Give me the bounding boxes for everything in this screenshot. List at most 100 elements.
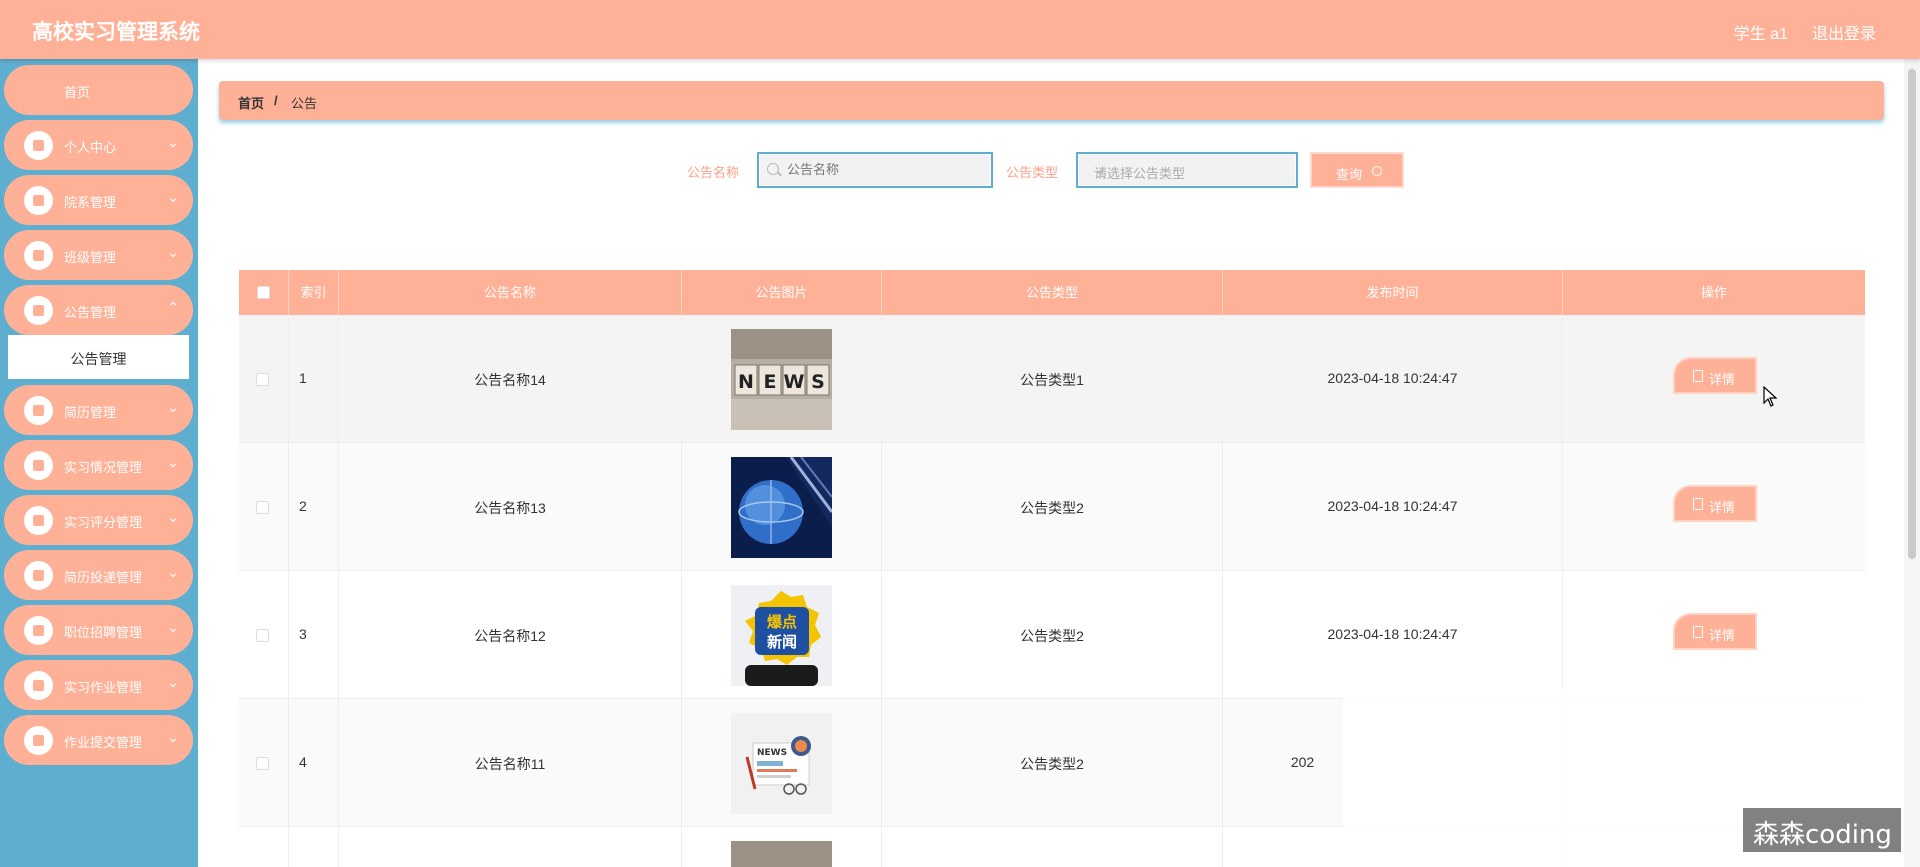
grid-icon [24,561,53,590]
row-time: 2023-04-18 10:24:47 [1327,370,1458,386]
row-select-cell [239,443,289,571]
detail-button[interactable]: 详情 [1673,357,1757,394]
detail-button-label: 详情 [1709,628,1736,643]
row-select-cell [239,571,289,699]
sidebar: 首页 个人中心 ⌄ 院系管理 ⌄ 班级管理 ⌄ 公告管理 ⌃ 公告管理 简历管理… [0,59,198,867]
sidebar-item-internship-status[interactable]: 实习情况管理 ⌄ [4,440,193,490]
header-select-cell [239,270,289,315]
chevron-down-icon: ⌄ [167,564,179,580]
announcement-image-newspaper: NEWS [731,713,832,814]
row-select-cell [239,315,289,443]
row-time-cell: 2023-04-18 10:24:47 [1223,571,1563,699]
row-index-cell [289,827,339,867]
sign-icon [24,451,53,480]
user-icon [24,131,53,160]
sidebar-item-announcements[interactable]: 公告管理 ⌃ [4,285,193,335]
sidebar-item-resume-submissions[interactable]: 简历投递管理 ⌄ [4,550,193,600]
sidebar-item-label: 简历投递管理 [64,570,143,585]
breadcrumb-separator: / [274,93,278,108]
sidebar-item-job-postings[interactable]: 职位招聘管理 ⌄ [4,605,193,655]
search-name-field[interactable] [757,152,993,188]
svg-text:E: E [764,371,777,393]
search-type-select[interactable]: 请选择公告类型 ⌄ [1076,152,1298,188]
chevron-down-icon: ⌄ [167,729,179,745]
sidebar-item-label: 院系管理 [64,195,117,210]
row-select-cell [239,699,289,827]
row-name: 公告名称13 [474,500,546,516]
header-image: 公告图片 [682,270,882,315]
sidebar-item-resumes[interactable]: 简历管理 ⌄ [4,385,193,435]
sidebar-item-internship-scores[interactable]: 实习评分管理 ⌄ [4,495,193,545]
building-icon [24,186,53,215]
query-button[interactable]: 查询 [1310,152,1404,188]
row-checkbox[interactable] [256,757,269,770]
sidebar-item-personal-center[interactable]: 个人中心 ⌄ [4,120,193,170]
page-scrollbar[interactable] [1904,59,1920,867]
send-icon [24,616,53,645]
header-action: 操作 [1700,285,1727,300]
row-time-cell: 2023-04-18 10:24:47 [1223,443,1563,571]
row-index: 3 [299,626,307,642]
search-name-input[interactable] [787,162,977,177]
grid-icon [24,671,53,700]
sidebar-item-label: 实习作业管理 [64,680,143,695]
logout-link[interactable]: 退出登录 [1812,20,1876,44]
header-type: 公告类型 [882,270,1223,315]
table-row[interactable]: 1 公告名称14 N E W S 公告类型1 2023-04-18 10:24:… [239,315,1865,443]
announcement-image-badge-news: 爆点 新闻 [731,585,832,686]
table-row[interactable]: 2 公告名称13 公告类型2 2023-04-18 10:24:47 详情 [239,443,1865,571]
svg-text:N: N [738,371,754,393]
breadcrumb-home[interactable]: 首页 [238,93,264,112]
row-action-cell: 详情 [1563,443,1865,571]
sidebar-subitem-announcements[interactable]: 公告管理 [8,335,189,379]
breadcrumb: 首页 / 公告 [219,81,1884,120]
query-button-label: 查询 [1336,167,1363,182]
row-checkbox[interactable] [256,629,269,642]
sidebar-item-classes[interactable]: 班级管理 ⌄ [4,230,193,280]
select-all-checkbox[interactable] [257,286,270,299]
detail-button[interactable]: 详情 [1673,485,1757,522]
sidebar-item-departments[interactable]: 院系管理 ⌄ [4,175,193,225]
detail-button-label: 详情 [1709,372,1736,387]
row-select-cell [239,827,289,867]
watermark: 森森coding [1743,808,1901,852]
detail-button[interactable]: 详情 [1673,613,1757,650]
chevron-down-icon: ⌄ [167,399,179,415]
sidebar-subitem-label: 公告管理 [70,351,127,367]
sidebar-item-label: 班级管理 [64,250,117,265]
scrollbar-thumb[interactable] [1908,69,1916,559]
row-image-cell: N E W S [682,315,882,443]
row-index: 4 [299,754,307,770]
row-checkbox[interactable] [256,501,269,514]
app-title: 高校实习管理系统 [32,21,200,44]
row-checkbox[interactable] [256,373,269,386]
top-bar: 高校实习管理系统 学生 a1 退出登录 [0,0,1920,59]
sidebar-item-label: 个人中心 [64,140,117,155]
watermark-text: 森森coding [1753,820,1892,850]
sidebar-item-assignment-submissions[interactable]: 作业提交管理 ⌄ [4,715,193,765]
monitor-icon [24,241,53,270]
search-type-label: 公告类型 [1006,165,1059,180]
document-icon [1693,370,1703,382]
row-time: 2023-04-18 10:24:47 [1327,498,1458,514]
grid-icon [24,506,53,535]
sidebar-item-home[interactable]: 首页 [4,65,193,115]
sidebar-item-label: 实习评分管理 [64,515,143,530]
grid-icon [24,396,53,425]
document-icon [1693,626,1703,638]
chevron-up-icon: ⌃ [167,299,179,315]
header-name: 公告名称 [339,270,682,315]
chevron-down-icon: ⌄ [167,674,179,690]
document-icon [1693,498,1703,510]
sidebar-item-label: 职位招聘管理 [64,625,143,640]
row-type-cell: 公告类型2 [882,571,1223,699]
sidebar-item-label: 首页 [64,85,91,100]
table-row[interactable]: 3 公告名称12 爆点 新闻 公告类型2 2023-04-18 10:24:47… [239,571,1865,699]
search-icon [1372,166,1382,176]
chevron-down-icon: ⌄ [167,454,179,470]
row-type: 公告类型2 [1020,628,1084,644]
row-index-cell: 4 [289,699,339,827]
row-name: 公告名称14 [474,372,546,388]
announcement-image-news-blocks [731,841,832,867]
sidebar-item-assignments[interactable]: 实习作业管理 ⌄ [4,660,193,710]
